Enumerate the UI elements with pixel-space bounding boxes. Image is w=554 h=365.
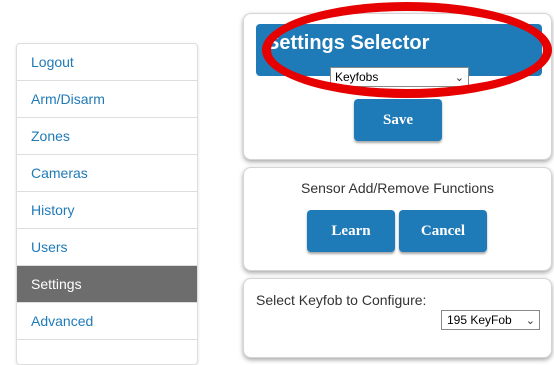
chevron-down-icon: ⌄ [525, 315, 535, 327]
settings-selector-panel: Settings Selector Keyfobs ⌄ Save [243, 13, 552, 160]
settings-type-select[interactable]: Keyfobs ⌄ [330, 67, 469, 87]
sidebar-item-zones[interactable]: Zones [17, 118, 197, 155]
sidebar-item-advanced[interactable]: Advanced [17, 303, 197, 340]
sidebar-item-settings[interactable]: Settings [17, 266, 197, 303]
sensor-functions-panel: Sensor Add/Remove Functions Learn Cancel [243, 167, 552, 271]
learn-button[interactable]: Learn [307, 210, 395, 252]
keyfob-config-panel: Select Keyfob to Configure: 195 KeyFob ⌄ [243, 278, 552, 358]
sidebar-item-cameras[interactable]: Cameras [17, 155, 197, 192]
sensor-functions-title: Sensor Add/Remove Functions [301, 180, 494, 196]
sidebar-item-users[interactable]: Users [17, 229, 197, 266]
keyfob-config-label: Select Keyfob to Configure: [256, 292, 427, 308]
sidebar-item-logout[interactable]: Logout [17, 44, 197, 81]
settings-selector-title: Settings Selector [266, 32, 430, 54]
chevron-down-icon: ⌄ [454, 72, 464, 84]
keyfob-select-value: 195 KeyFob [447, 313, 512, 327]
sidebar-item-history[interactable]: History [17, 192, 197, 229]
sidebar-nav: Logout Arm/Disarm Zones Cameras History … [16, 43, 198, 365]
keyfob-select[interactable]: 195 KeyFob ⌄ [441, 310, 540, 330]
settings-type-value: Keyfobs [335, 70, 379, 84]
save-button[interactable]: Save [354, 99, 442, 141]
cancel-button[interactable]: Cancel [399, 210, 487, 252]
sidebar-item-arm-disarm[interactable]: Arm/Disarm [17, 81, 197, 118]
